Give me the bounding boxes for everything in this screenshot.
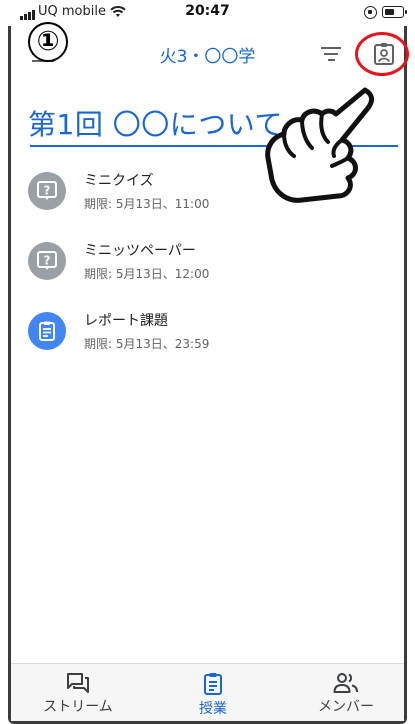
nav-people[interactable]: メンバー: [291, 664, 401, 722]
nav-classwork[interactable]: 授業: [158, 664, 268, 722]
assignment-due: 期限: 5月13日、11:00: [84, 197, 210, 211]
assignment-icon: [28, 312, 66, 350]
nav-stream[interactable]: ストリーム: [23, 664, 133, 722]
svg-text:?: ?: [44, 184, 51, 198]
battery-icon: [382, 6, 407, 18]
list-item[interactable]: レポート課題 期限: 5月13日、23:59: [28, 310, 388, 366]
list-item[interactable]: ? ミニクイズ 期限: 5月13日、11:00: [28, 170, 388, 226]
assignment-due: 期限: 5月13日、23:59: [84, 337, 210, 351]
question-icon: ?: [28, 242, 66, 280]
people-icon: [333, 673, 358, 693]
topic-title: 第1回 〇〇について: [28, 108, 283, 141]
status-bar: UQ mobile 20:47: [0, 0, 415, 26]
question-icon: ?: [28, 172, 66, 210]
svg-text:?: ?: [44, 254, 51, 268]
stream-icon: [67, 673, 89, 693]
list-item[interactable]: ? ミニッツペーパー 期限: 5月13日、12:00: [28, 240, 388, 296]
filter-icon[interactable]: [320, 47, 342, 63]
classwork-icon: [204, 673, 222, 695]
bottom-navigation: ストリーム 授業 メンバー: [11, 663, 404, 721]
nav-people-label: メンバー: [318, 699, 374, 715]
assignment-title: ミニクイズ: [84, 173, 154, 189]
assignment-title: ミニッツペーパー: [84, 243, 196, 259]
highlight-circle: [355, 32, 409, 76]
status-time: 20:47: [185, 3, 230, 19]
nav-classwork-label: 授業: [199, 701, 227, 717]
assignment-title: レポート課題: [84, 313, 168, 329]
rotation-lock-icon: [364, 6, 377, 19]
step-number-badge: ①: [28, 22, 68, 62]
assignment-due: 期限: 5月13日、12:00: [84, 267, 210, 281]
nav-stream-label: ストリーム: [43, 699, 113, 715]
